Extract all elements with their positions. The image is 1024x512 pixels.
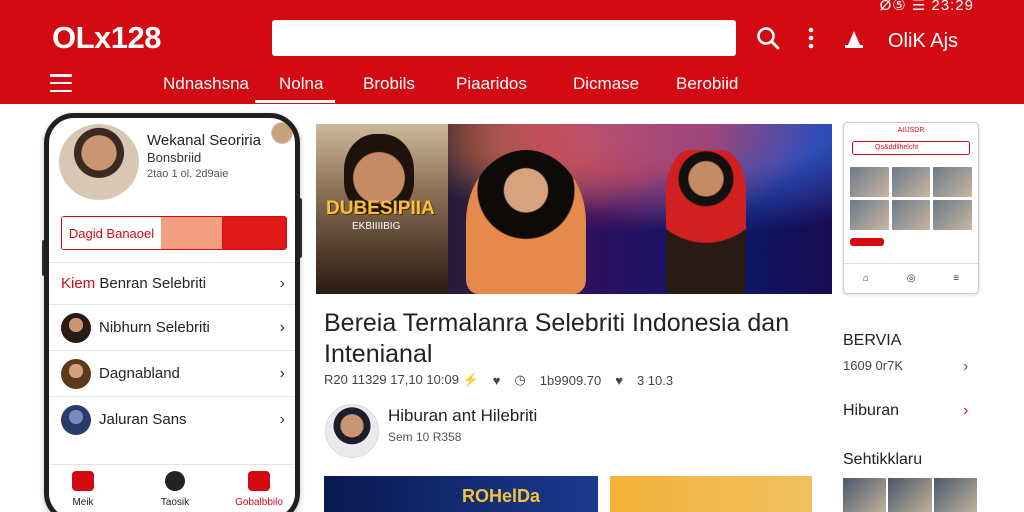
nav-item[interactable]: Brobils [363, 74, 415, 94]
hamburger-menu-icon[interactable] [50, 74, 72, 92]
nav-item[interactable]: Ndnashsna [163, 74, 249, 94]
home-icon: ⌂ [862, 273, 869, 284]
search-input[interactable] [272, 20, 736, 56]
hero-inset-panel: DUBESIPIIA EKBIIIIBIG [316, 124, 448, 294]
status-bar: Ø⑤ ☰ 23:29 [880, 0, 974, 14]
thumbnail-title: ROHelDa [462, 486, 541, 506]
sidebar-item[interactable]: Hiburan [843, 402, 899, 420]
preview-thumbnail [891, 167, 931, 197]
phone-profile-subtitle: Bonsbriid [147, 150, 202, 165]
sidebar-heading: BERVIA [843, 332, 902, 349]
progress-segment [161, 217, 222, 249]
search-icon[interactable] [754, 24, 782, 52]
related-thumbnail[interactable] [610, 476, 812, 512]
singer-figure [466, 150, 586, 294]
app-preview-screen[interactable]: AIIJSDR Qs&ddllhelcht ⌂ ◎ ≡ [843, 122, 979, 294]
preview-thumbnail [850, 200, 889, 230]
hero-badge-sub: EKBIIIIBIG [352, 221, 401, 232]
chevron-right-icon[interactable]: › [963, 402, 968, 420]
tab-profile[interactable]: Gobalbbilo [229, 471, 289, 508]
phone-profile-title: Wekanal Seoriria [147, 132, 261, 149]
avatar [61, 358, 91, 389]
sidebar-thumbnail[interactable] [888, 478, 932, 512]
list-item[interactable]: Dagnabland › [49, 350, 295, 396]
list-item-label: Kiem Benran Selebriti [61, 275, 207, 292]
progress-segment [222, 217, 286, 249]
compass-icon: ◎ [906, 273, 916, 284]
profile-photo [59, 124, 139, 200]
article-views: 1b9909.70 [539, 372, 602, 388]
avatar [61, 312, 91, 343]
hero-badge: DUBESIPIIA [326, 198, 435, 219]
app-header: Ø⑤ ☰ 23:29 OLx128 OliK Ajs Ndnashsna Nol… [0, 0, 1024, 104]
phone-profile-meta: 2tao 1 ol. 2d9aie [147, 168, 229, 180]
sidebar-thumbnails[interactable] [843, 478, 977, 512]
nav-item[interactable]: Dicmase [573, 74, 639, 94]
preview-thumbnail [933, 167, 972, 197]
user-label[interactable]: OliK Ajs [888, 30, 958, 53]
tab-label: Taosik [160, 497, 190, 508]
more-vert-icon[interactable] [797, 24, 825, 52]
performer-figure [666, 150, 746, 294]
phone-list: Kiem Benran Selebriti › Nibhurn Selebrit… [49, 262, 295, 442]
sidebar-thumbnail[interactable] [843, 478, 887, 512]
hero-image[interactable]: DUBESIPIIA EKBIIIIBIG [316, 124, 832, 294]
tab-label: Gobalbbilo [235, 497, 283, 508]
article-title[interactable]: Bereia Termalanra Selebriti Indonesia da… [324, 308, 824, 370]
progress-button[interactable]: Dagid Banaoel [61, 216, 287, 250]
related-thumbnail[interactable]: ROHelDa [324, 476, 598, 512]
nav-item-active[interactable]: Nolna [279, 74, 323, 94]
preview-thumbnail [933, 200, 972, 230]
compass-icon [165, 471, 185, 491]
author-name[interactable]: Hiburan ant Hilebriti [388, 406, 537, 426]
list-item-label: Nibhurn Selebriti [99, 319, 210, 336]
profile-icon [248, 471, 270, 491]
clock-icon: ◷ [514, 372, 526, 387]
preview-search-input[interactable]: Qs&ddllhelcht [852, 141, 970, 155]
like-icon[interactable]: ♥ [615, 373, 623, 388]
tab-label: Meik [72, 497, 94, 508]
article-date: R20 11329 17,10 10:09 ⚡ [324, 372, 479, 387]
menu-icon: ≡ [953, 273, 960, 284]
progress-button-label: Dagid Banaoel [62, 217, 161, 249]
home-icon [72, 471, 94, 491]
article-likes: 3 10.3 [636, 372, 674, 388]
chevron-right-icon: › [279, 274, 285, 292]
status-time: Ø⑤ ☰ 23:29 [879, 0, 974, 14]
preview-image-grid [850, 167, 972, 230]
preview-title: AIIJSDR [897, 126, 925, 134]
phone-tab-bar: Meik Taosik Gobalbbilo [49, 464, 295, 512]
tab-explore[interactable]: Taosik [145, 471, 205, 508]
avatar [61, 404, 91, 435]
list-item-label: Jaluran Sans [99, 411, 187, 428]
sidebar-thumbnail[interactable] [933, 478, 977, 512]
tab-home[interactable]: Meik [53, 471, 113, 508]
article-meta: R20 11329 17,10 10:09 ⚡ ♥ ◷ 1b9909.70 ♥ … [324, 372, 673, 388]
chevron-right-icon: › [279, 364, 285, 382]
preview-tab-bar: ⌂ ◎ ≡ [844, 263, 978, 293]
active-tab-indicator [255, 100, 335, 103]
list-item[interactable]: Kiem Benran Selebriti › [49, 262, 295, 304]
chevron-right-icon[interactable]: › [963, 358, 968, 376]
author-date: Sem 10 R358 [388, 430, 462, 444]
logo[interactable]: OLx128 [52, 20, 162, 56]
list-item-label: Dagnabland [99, 365, 180, 382]
sidebar-item[interactable]: Sehtikklaru [843, 451, 922, 469]
chevron-right-icon: › [279, 318, 285, 336]
nav-item[interactable]: Piaaridos [456, 74, 527, 94]
avatar[interactable] [271, 122, 293, 144]
nav-item[interactable]: Berobiid [676, 74, 738, 94]
list-item[interactable]: Jaluran Sans › [49, 396, 295, 442]
list-item[interactable]: Nibhurn Selebriti › [49, 304, 295, 350]
sidebar-meta: 1609 0r7K [843, 358, 903, 373]
preview-thumbnail [891, 200, 931, 230]
author-avatar[interactable] [325, 404, 379, 458]
chevron-right-icon: › [279, 410, 285, 428]
user-icon[interactable] [840, 24, 868, 52]
phone-mockup: Wekanal Seoriria Bonsbriid 2tao 1 ol. 2d… [44, 113, 300, 512]
preview-button [850, 238, 884, 246]
preview-thumbnail [850, 167, 889, 197]
heart-icon[interactable]: ♥ [493, 373, 501, 388]
